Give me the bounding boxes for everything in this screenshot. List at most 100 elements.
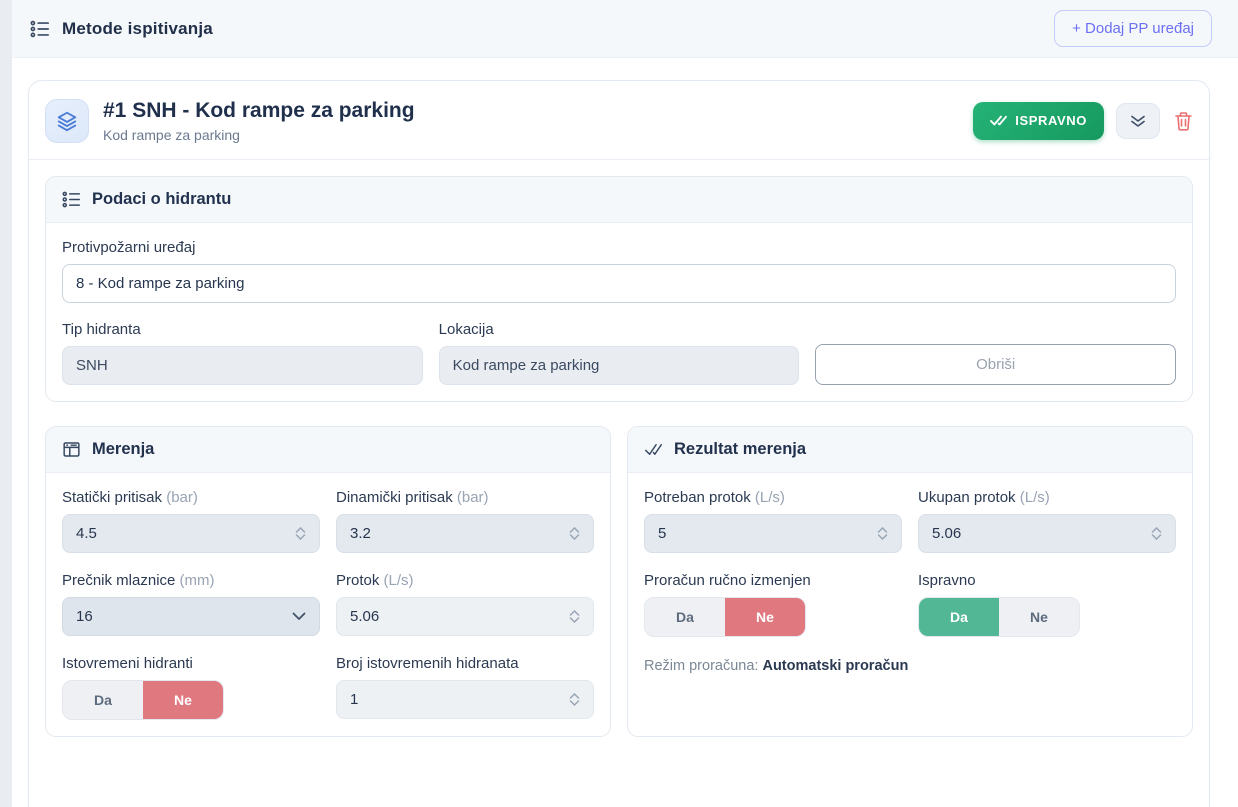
results-panel-header: Rezultat merenja: [628, 427, 1192, 473]
number-stepper-icon[interactable]: [877, 527, 888, 540]
simultaneous-hydrants-label: Istovremeni hidranti: [62, 655, 320, 672]
dynamic-pressure-value: 3.2: [350, 525, 371, 542]
manual-override-field: Proračun ručno izmenjen Da Ne: [644, 572, 902, 637]
measurements-panel-body: Statički pritisak (bar) 4.5: [46, 473, 610, 736]
hydrant-panel-title: Podaci o hidrantu: [92, 190, 231, 209]
hydrant-data-panel: Podaci o hidrantu Protivpožarni uređaj T…: [45, 176, 1193, 402]
dynamic-pressure-label: Dinamički pritisak (bar): [336, 489, 594, 506]
dynamic-pressure-input[interactable]: 3.2: [336, 514, 594, 553]
toggle-no-option[interactable]: Ne: [999, 598, 1079, 636]
hydrant-count-input[interactable]: 1: [336, 680, 594, 719]
double-check-icon: [990, 114, 1007, 127]
bottom-panels: Merenja Statički pritisak (bar) 4.5: [45, 426, 1193, 737]
page-title: Metode ispitivanja: [62, 19, 213, 39]
chevron-down-icon: [292, 612, 306, 621]
manual-override-toggle: Da Ne: [644, 597, 806, 637]
static-pressure-value: 4.5: [76, 525, 97, 542]
calculation-mode: Režim proračuna: Automatski proračun: [644, 658, 1176, 674]
toggle-no-option[interactable]: Ne: [725, 598, 805, 636]
location-label: Lokacija: [439, 321, 800, 338]
static-pressure-label: Statički pritisak (bar): [62, 489, 320, 506]
static-pressure-field: Statički pritisak (bar) 4.5: [62, 489, 320, 553]
collapse-card-button[interactable]: [1116, 103, 1160, 139]
valid-toggle: Da Ne: [918, 597, 1080, 637]
measurements-panel-header: Merenja: [46, 427, 610, 473]
number-stepper-icon[interactable]: [569, 693, 580, 706]
delete-entry-button[interactable]: Obriši: [815, 344, 1176, 385]
nozzle-diameter-value: 16: [76, 608, 93, 625]
toggle-yes-option[interactable]: Da: [919, 598, 999, 636]
location-input[interactable]: [439, 346, 800, 385]
device-actions: ISPRAVNO: [973, 102, 1193, 140]
layers-icon: [45, 99, 89, 143]
device-card: #1 SNH - Kod rampe za parking Kod rampe …: [28, 80, 1210, 807]
simultaneous-hydrants-toggle: Da Ne: [62, 680, 224, 720]
double-check-icon: [644, 440, 663, 459]
number-stepper-icon[interactable]: [569, 610, 580, 623]
flow-label: Protok (L/s): [336, 572, 594, 589]
delete-device-button[interactable]: [1174, 111, 1193, 131]
calculation-mode-label: Režim proračuna:: [644, 658, 758, 674]
device-titles: #1 SNH - Kod rampe za parking Kod rampe …: [103, 98, 973, 143]
device-subtitle: Kod rampe za parking: [103, 127, 973, 143]
page-left-gutter: [0, 0, 12, 807]
page-content: Metode ispitivanja + Dodaj PP uređaj #1 …: [12, 0, 1238, 807]
device-card-header: #1 SNH - Kod rampe za parking Kod rampe …: [29, 81, 1209, 159]
total-flow-value: 5.06: [932, 525, 961, 542]
trash-icon: [1174, 111, 1193, 131]
required-flow-label: Potreban protok (L/s): [644, 489, 902, 506]
toggle-no-option[interactable]: Ne: [143, 681, 223, 719]
status-badge-label: ISPRAVNO: [1015, 113, 1087, 128]
total-flow-input[interactable]: 5.06: [918, 514, 1176, 553]
calculation-mode-value: Automatski proračun: [762, 658, 908, 674]
checklist-icon: [30, 19, 50, 39]
number-stepper-icon[interactable]: [1151, 527, 1162, 540]
status-badge[interactable]: ISPRAVNO: [973, 102, 1104, 140]
hydrant-count-field: Broj istovremenih hidranata 1: [336, 655, 594, 720]
number-stepper-icon[interactable]: [569, 527, 580, 540]
table-icon: [62, 440, 81, 459]
results-panel-body: Potreban protok (L/s) 5: [628, 473, 1192, 690]
flow-field: Protok (L/s) 5.06: [336, 572, 594, 636]
hydrant-panel-body: Protivpožarni uređaj Tip hidranta Lokaci…: [46, 223, 1192, 401]
flow-value: 5.06: [350, 608, 379, 625]
measurements-panel-title: Merenja: [92, 440, 154, 459]
hydrant-type-label: Tip hidranta: [62, 321, 423, 338]
toggle-yes-option[interactable]: Da: [645, 598, 725, 636]
fire-device-label: Protivpožarni uređaj: [62, 239, 1176, 256]
dynamic-pressure-field: Dinamički pritisak (bar) 3.2: [336, 489, 594, 553]
location-field: Lokacija: [439, 321, 800, 385]
hydrant-count-value: 1: [350, 691, 358, 708]
hydrant-count-label: Broj istovremenih hidranata: [336, 655, 594, 672]
total-flow-label: Ukupan protok (L/s): [918, 489, 1176, 506]
chevron-double-down-icon: [1130, 114, 1146, 128]
required-flow-input[interactable]: 5: [644, 514, 902, 553]
total-flow-field: Ukupan protok (L/s) 5.06: [918, 489, 1176, 553]
nozzle-diameter-label: Prečnik mlaznice (mm): [62, 572, 320, 589]
valid-label: Ispravno: [918, 572, 1176, 589]
delete-field: Obriši: [815, 321, 1176, 385]
valid-field: Ispravno Da Ne: [918, 572, 1176, 637]
fire-device-input[interactable]: [62, 264, 1176, 303]
device-card-body: Podaci o hidrantu Protivpožarni uređaj T…: [29, 160, 1209, 753]
nozzle-diameter-select[interactable]: 16: [62, 597, 320, 636]
topbar: Metode ispitivanja + Dodaj PP uređaj: [12, 0, 1238, 58]
simultaneous-hydrants-field: Istovremeni hidranti Da Ne: [62, 655, 320, 720]
measurements-panel: Merenja Statički pritisak (bar) 4.5: [45, 426, 611, 737]
required-flow-value: 5: [658, 525, 666, 542]
add-pp-device-button[interactable]: + Dodaj PP uređaj: [1054, 10, 1212, 47]
hydrant-type-field: Tip hidranta: [62, 321, 423, 385]
flow-input[interactable]: 5.06: [336, 597, 594, 636]
results-panel: Rezultat merenja Potreban protok (L/s) 5: [627, 426, 1193, 737]
checklist-icon: [62, 190, 81, 209]
device-title: #1 SNH - Kod rampe za parking: [103, 98, 973, 123]
manual-override-label: Proračun ručno izmenjen: [644, 572, 902, 589]
hydrant-panel-header: Podaci o hidrantu: [46, 177, 1192, 223]
results-panel-title: Rezultat merenja: [674, 440, 806, 459]
hydrant-type-input[interactable]: [62, 346, 423, 385]
required-flow-field: Potreban protok (L/s) 5: [644, 489, 902, 553]
static-pressure-input[interactable]: 4.5: [62, 514, 320, 553]
number-stepper-icon[interactable]: [295, 527, 306, 540]
toggle-yes-option[interactable]: Da: [63, 681, 143, 719]
nozzle-diameter-field: Prečnik mlaznice (mm) 16: [62, 572, 320, 636]
